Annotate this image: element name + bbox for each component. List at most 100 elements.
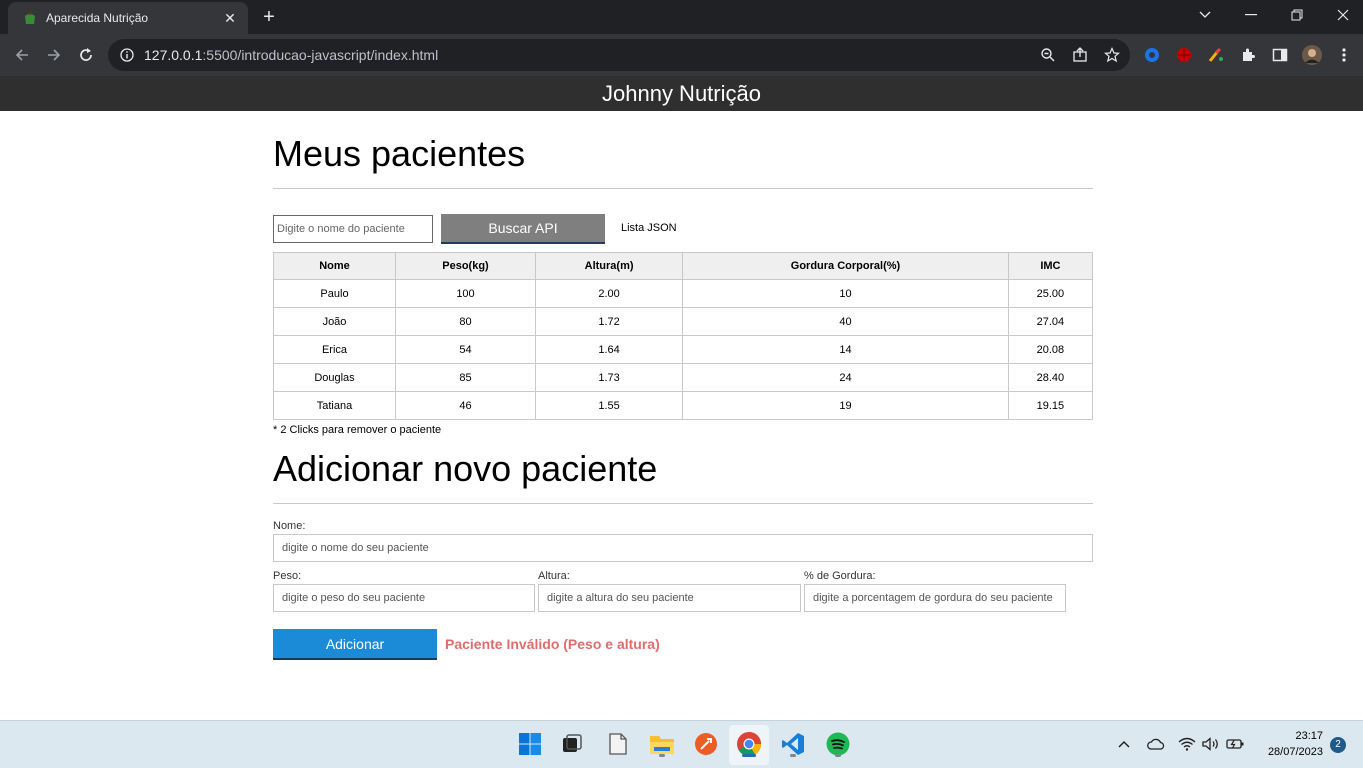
cell-body-fat: 24 [682,363,1009,392]
add-patient-button[interactable]: Adicionar [273,629,437,660]
cell-height: 2.00 [534,279,684,308]
address-bar[interactable]: 127.0.0.1:5500/introducao-javascript/ind… [108,39,1130,71]
cell-bmi: 20.08 [1007,335,1094,364]
search-row: Buscar API Lista JSON [273,214,1093,244]
running-indicator [659,754,665,757]
battery-charging-icon[interactable] [1226,735,1244,753]
running-indicator [835,754,841,757]
active-indicator [742,754,756,757]
apple-favicon-icon [25,10,35,24]
start-menu-icon[interactable] [516,730,544,758]
cell-weight: 80 [394,307,537,336]
column-header-bmi: IMC [1007,252,1094,280]
url-text: 127.0.0.1:5500/introducao-javascript/ind… [144,47,438,63]
notification-badge[interactable]: 2 [1330,737,1346,753]
cell-weight: 85 [394,363,537,392]
cell-body-fat: 10 [682,279,1009,308]
clock-date: 28/07/2023 [1267,746,1323,758]
cell-body-fat: 19 [682,391,1009,420]
column-header-height: Altura(m) [534,252,684,280]
side-panel-icon[interactable] [1270,45,1290,65]
cell-name: João [273,307,396,336]
bookmark-star-icon[interactable] [1102,45,1122,65]
body-fat-field[interactable] [804,584,1066,612]
patients-divider [273,188,1093,189]
browser-menu-icon[interactable] [1334,45,1354,65]
task-view-icon[interactable] [558,730,586,758]
name-field[interactable] [273,534,1093,562]
cell-body-fat: 40 [682,307,1009,336]
cell-height: 1.72 [534,307,684,336]
site-info-icon[interactable] [120,48,134,62]
site-header: Johnny Nutrição [0,76,1363,111]
error-message: Paciente Inválido (Peso e altura) [445,636,660,652]
cell-height: 1.64 [534,335,684,364]
forward-arrow-icon[interactable] [42,43,66,67]
cell-name: Erica [273,335,396,364]
file-explorer-icon[interactable] [648,730,676,758]
restore-button[interactable] [1274,0,1320,30]
reload-icon[interactable] [74,43,98,67]
name-label: Nome: [273,520,306,532]
minimize-button[interactable] [1228,0,1274,30]
table-row[interactable]: João 80 1.72 40 27.04 [273,307,1094,336]
column-header-weight: Peso(kg) [394,252,537,280]
cell-name: Tatiana [273,391,396,420]
patient-search-input[interactable] [273,215,433,243]
notepad-icon[interactable] [604,730,632,758]
cell-name: Douglas [273,363,396,392]
fetch-api-button[interactable]: Buscar API [441,214,605,244]
running-indicator [790,754,796,757]
tab-close-icon[interactable]: ✕ [222,10,238,27]
extensions-puzzle-icon[interactable] [1238,45,1258,65]
new-tab-button[interactable]: + [258,6,280,28]
zoom-icon[interactable] [1038,45,1058,65]
patients-table: Nome Peso(kg) Altura(m) Gordura Corporal… [273,252,1094,420]
wifi-icon[interactable] [1178,735,1196,753]
cell-height: 1.73 [534,363,684,392]
cell-bmi: 25.00 [1007,279,1094,308]
table-row[interactable]: Erica 54 1.64 14 20.08 [273,335,1094,364]
spotify-icon[interactable] [824,730,852,758]
extension-blue-icon[interactable] [1142,45,1162,65]
os-taskbar: 23:17 28/07/2023 2 [0,720,1363,768]
json-list-link[interactable]: Lista JSON [621,222,677,234]
height-field[interactable] [538,584,801,612]
browser-toolbar: 127.0.0.1:5500/introducao-javascript/ind… [0,34,1363,76]
extension-color-picker-icon[interactable] [1206,45,1226,65]
volume-icon[interactable] [1202,735,1220,753]
table-row[interactable]: Paulo 100 2.00 10 25.00 [273,279,1094,308]
cell-bmi: 27.04 [1007,307,1094,336]
url-path: :5500/introducao-javascript/index.html [202,47,439,63]
chrome-icon[interactable] [735,730,763,758]
cell-body-fat: 14 [682,335,1009,364]
cell-bmi: 19.15 [1007,391,1094,420]
column-header-name: Nome [273,252,396,280]
clock-time: 23:17 [1295,730,1323,742]
postman-icon[interactable] [692,730,720,758]
weight-field[interactable] [273,584,535,612]
cell-weight: 54 [394,335,537,364]
table-row[interactable]: Douglas 85 1.73 24 28.40 [273,363,1094,392]
onedrive-cloud-icon[interactable] [1147,735,1165,753]
share-icon[interactable] [1070,45,1090,65]
cell-name: Paulo [273,279,396,308]
close-window-button[interactable] [1320,0,1363,30]
browser-tabstrip: Aparecida Nutrição ✕ + [0,0,1363,34]
vscode-icon[interactable] [779,730,807,758]
profile-avatar[interactable] [1302,45,1322,65]
remove-hint-note: * 2 Clicks para remover o paciente [273,424,442,436]
add-patient-heading: Adicionar novo paciente [273,448,658,489]
tab-search-icon[interactable] [1182,0,1228,30]
table-row[interactable]: Tatiana 46 1.55 19 19.15 [273,391,1094,420]
url-host: 127.0.0.1 [144,47,203,63]
tray-overflow-chevron-icon[interactable] [1115,735,1133,753]
body-fat-label: % de Gordura: [804,570,876,582]
weight-label: Peso: [273,570,302,582]
taskbar-clock[interactable]: 23:17 28/07/2023 [1268,728,1323,760]
extension-red-icon[interactable] [1174,45,1194,65]
back-arrow-icon[interactable] [10,43,34,67]
height-label: Altura: [538,570,570,582]
browser-tab[interactable]: Aparecida Nutrição ✕ [8,2,248,34]
patients-heading: Meus pacientes [273,133,526,174]
